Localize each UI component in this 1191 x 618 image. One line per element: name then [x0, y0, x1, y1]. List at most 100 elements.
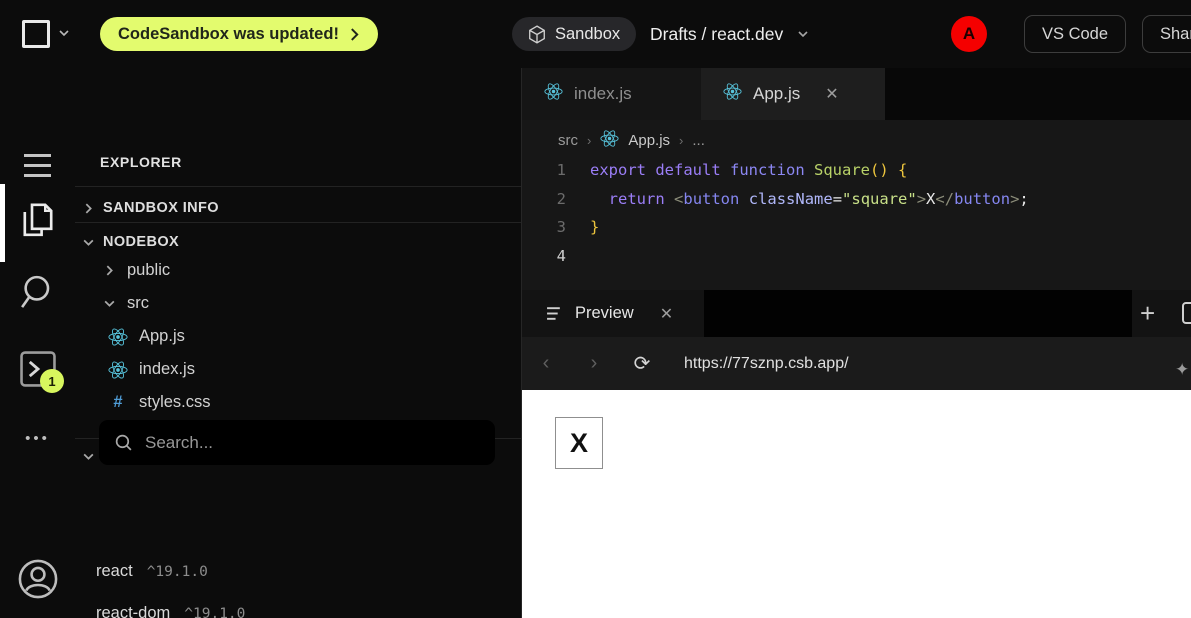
sandbox-badge-label: Sandbox [555, 25, 620, 44]
tree-item-label: App.js [139, 327, 185, 346]
chevron-right-icon [349, 28, 360, 41]
code-token [889, 161, 898, 179]
code-token [805, 161, 814, 179]
preview-tabstrip: Preview ✕ + [522, 290, 1191, 337]
tab-app-js[interactable]: App.js ✕ [701, 68, 885, 120]
share-button[interactable]: Share [1142, 15, 1191, 53]
tab-index-js[interactable]: index.js [522, 68, 701, 120]
code-token: X [926, 190, 935, 208]
close-preview-icon[interactable]: ✕ [660, 304, 673, 324]
add-tab-icon[interactable]: + [1140, 298, 1155, 329]
tree-folder-src[interactable]: src [75, 287, 521, 320]
tab-label: App.js [753, 84, 800, 104]
line-number: 1 [522, 161, 590, 179]
code-token: function [730, 161, 805, 179]
breadcrumb-separator: › [679, 133, 683, 148]
preview-content: X [522, 390, 1191, 618]
preview-list-icon [546, 306, 563, 321]
code-line[interactable]: 3} [522, 213, 1191, 242]
chevron-right-icon [103, 264, 116, 277]
react-icon [723, 82, 742, 106]
cube-icon [528, 25, 546, 44]
codesandbox-logo[interactable] [22, 20, 50, 48]
code-line[interactable]: 2 return <button className="square">X</b… [522, 185, 1191, 214]
code-token: < [674, 190, 683, 208]
search-icon [114, 433, 133, 452]
url-field[interactable]: https://77sznp.csb.app/ [684, 355, 849, 373]
sandbox-badge[interactable]: Sandbox [512, 17, 636, 51]
square-button[interactable]: X [555, 417, 603, 469]
section-sandbox-info[interactable]: SANDBOX INFO [82, 194, 219, 222]
code-token: "square" [842, 190, 917, 208]
update-banner-label: CodeSandbox was updated! [118, 25, 339, 44]
code-token: ; [1019, 190, 1028, 208]
breadcrumb-symbol[interactable]: ... [692, 132, 705, 149]
file-tree: public src App.js index.js#styles.css{}p… [75, 254, 521, 435]
menu-icon[interactable] [0, 154, 75, 177]
tree-item-label: public [127, 261, 170, 280]
vscode-button[interactable]: VS Code [1024, 15, 1126, 53]
avatar-letter: A [963, 24, 975, 44]
chevron-down-icon [82, 450, 95, 463]
breadcrumb-folder[interactable]: src [558, 132, 578, 149]
dependency-name: react-dom [96, 604, 170, 618]
tree-folder-public[interactable]: public [75, 254, 521, 287]
code-token [721, 161, 730, 179]
editor-body[interactable]: src › App.js › ... 1export default funct… [522, 120, 1191, 290]
tree-file-App.js[interactable]: App.js [75, 320, 521, 353]
tree-file-index.js[interactable]: index.js [75, 353, 521, 386]
editor-tabstrip: index.js App.js ✕ [522, 68, 1191, 120]
preview-tab[interactable]: Preview ✕ [522, 290, 697, 337]
close-tab-icon[interactable]: ✕ [825, 84, 838, 104]
react-icon [544, 82, 563, 101]
search-icon[interactable] [0, 273, 75, 313]
project-breadcrumb[interactable]: Drafts / react.dev [650, 17, 809, 51]
more-actions-icon[interactable]: ••• [0, 430, 75, 447]
react-icon [600, 129, 619, 152]
explorer-panel: EXPLORER ••• SANDBOX INFO NODEBOX public… [75, 68, 521, 618]
dependency-search-input[interactable] [145, 433, 465, 453]
back-icon[interactable]: ‹ [522, 352, 570, 375]
code-token [665, 190, 674, 208]
forward-icon[interactable]: › [570, 352, 618, 375]
vscode-button-label: VS Code [1042, 25, 1108, 44]
preview-pane: Preview ✕ + ‹ › ⟳ https://77sznp.csb.app… [521, 290, 1191, 618]
editor-pane: index.js App.js ✕ src › App.js › ... [521, 68, 1191, 290]
line-number: 2 [522, 190, 590, 208]
tree-file-styles.css[interactable]: #styles.css [75, 386, 521, 419]
avatar[interactable]: A [951, 16, 987, 52]
empty-tab-space [704, 290, 1132, 337]
code-area[interactable]: 1export default function Square() {2 ret… [522, 156, 1191, 270]
breadcrumb: src › App.js › ... [522, 120, 1191, 156]
line-number: 4 [522, 247, 590, 265]
breadcrumb-separator: › [587, 133, 591, 148]
code-line[interactable]: 1export default function Square() { [522, 156, 1191, 185]
explorer-title: EXPLORER [100, 154, 182, 170]
breadcrumb-file[interactable]: App.js [628, 132, 670, 149]
code-line[interactable]: 4 [522, 242, 1191, 271]
share-button-label: Share [1160, 25, 1191, 44]
chevron-down-icon [103, 297, 116, 310]
code-token: Square [814, 161, 870, 179]
dependency-row[interactable]: react ^19.1.0 [96, 562, 208, 581]
sparkle-icon[interactable]: ✦ [1175, 360, 1189, 380]
update-banner[interactable]: CodeSandbox was updated! [100, 17, 378, 51]
code-token: className [749, 190, 833, 208]
react-icon [544, 82, 563, 106]
dependency-row[interactable]: react-dom ^19.1.0 [96, 604, 245, 618]
logo-menu-chevron-icon[interactable] [58, 27, 70, 39]
code-token: button [683, 190, 739, 208]
split-view-icon[interactable] [1182, 302, 1191, 324]
preview-navbar: ‹ › ⟳ https://77sznp.csb.app/ [522, 337, 1191, 390]
terminal-badge-count: 1 [48, 374, 55, 389]
code-token: > [917, 190, 926, 208]
refresh-icon[interactable]: ⟳ [618, 351, 666, 376]
account-icon[interactable] [0, 558, 75, 600]
section-nodebox[interactable]: NODEBOX [82, 228, 179, 256]
files-icon[interactable] [0, 201, 75, 241]
css-icon: # [108, 393, 128, 412]
code-token [590, 190, 609, 208]
code-token: { [898, 161, 907, 179]
code-token: button [954, 190, 1010, 208]
code-token: </ [935, 190, 954, 208]
